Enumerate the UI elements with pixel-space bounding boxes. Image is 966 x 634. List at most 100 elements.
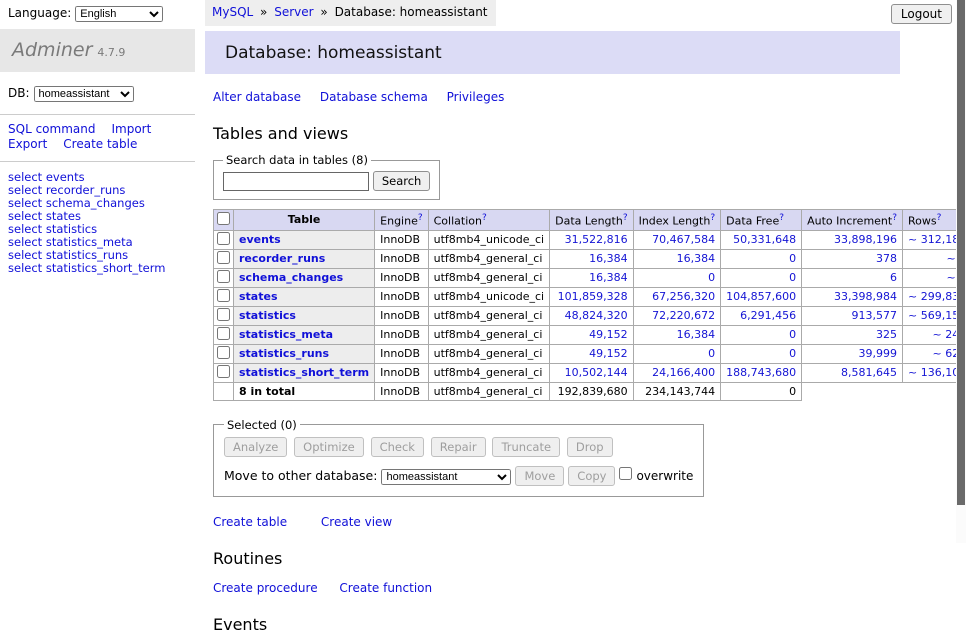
- data-free-link[interactable]: 0: [789, 271, 796, 284]
- row-checkbox[interactable]: [217, 327, 230, 340]
- row-checkbox[interactable]: [217, 365, 230, 378]
- events-title: Events: [213, 615, 956, 634]
- help-link[interactable]: ?: [710, 213, 715, 223]
- data-free-link[interactable]: 0: [789, 347, 796, 360]
- search-button[interactable]: Search: [373, 171, 431, 191]
- drop-button[interactable]: Drop: [567, 437, 613, 457]
- auto-increment-link[interactable]: 33,398,984: [834, 290, 897, 303]
- optimize-button[interactable]: Optimize: [294, 437, 364, 457]
- database-actions: Alter database Database schema Privilege…: [213, 90, 956, 104]
- data-length-link[interactable]: 49,152: [589, 328, 628, 341]
- create-procedure-link[interactable]: Create procedure: [213, 581, 318, 595]
- analyze-button[interactable]: Analyze: [224, 437, 287, 457]
- table-name-link[interactable]: statistics_short_term: [239, 366, 369, 379]
- move-db-select[interactable]: homeassistant: [381, 469, 511, 485]
- overwrite-label: overwrite: [636, 469, 693, 483]
- select-all-checkbox[interactable]: [217, 212, 230, 225]
- index-length-link[interactable]: 16,384: [677, 252, 716, 265]
- data-length-link[interactable]: 48,824,320: [565, 309, 628, 322]
- data-free-link[interactable]: 188,743,680: [726, 366, 796, 379]
- sidebar-item-select-statistics-short-term[interactable]: select statistics_short_term: [8, 262, 187, 275]
- data-free-link[interactable]: 0: [789, 328, 796, 341]
- privileges-link[interactable]: Privileges: [447, 90, 505, 104]
- help-link[interactable]: ?: [937, 213, 942, 223]
- index-length-link[interactable]: 24,166,400: [652, 366, 715, 379]
- row-checkbox[interactable]: [217, 308, 230, 321]
- table-name-link[interactable]: events: [239, 233, 281, 246]
- collation-cell: utf8mb4_general_ci: [428, 249, 549, 268]
- language-row: Language: English: [0, 0, 195, 29]
- truncate-button[interactable]: Truncate: [492, 437, 560, 457]
- breadcrumb-separator: »: [320, 5, 327, 19]
- language-select[interactable]: English: [75, 6, 163, 22]
- database-schema-link[interactable]: Database schema: [320, 90, 428, 104]
- help-link[interactable]: ?: [892, 213, 897, 223]
- db-select[interactable]: homeassistant: [34, 86, 134, 102]
- row-checkbox[interactable]: [217, 346, 230, 359]
- scrollbar-thumb[interactable]: [957, 0, 965, 505]
- overwrite-checkbox[interactable]: [619, 467, 632, 480]
- export-link[interactable]: Export: [8, 137, 47, 151]
- table-name-link[interactable]: statistics: [239, 309, 296, 322]
- index-length-link[interactable]: 72,220,672: [652, 309, 715, 322]
- auto-increment-link[interactable]: 6: [890, 271, 897, 284]
- logout-button[interactable]: Logout: [891, 4, 952, 24]
- data-length-link[interactable]: 16,384: [589, 271, 628, 284]
- auto-increment-link[interactable]: 8,581,645: [841, 366, 897, 379]
- copy-button[interactable]: Copy: [568, 466, 615, 486]
- data-free-link[interactable]: 50,331,648: [733, 233, 796, 246]
- sql-command-link[interactable]: SQL command: [8, 122, 95, 136]
- row-checkbox[interactable]: [217, 289, 230, 302]
- breadcrumb-current: Database: homeassistant: [335, 5, 488, 19]
- data-length-link[interactable]: 101,859,328: [558, 290, 628, 303]
- row-checkbox[interactable]: [217, 251, 230, 264]
- search-input[interactable]: [223, 172, 369, 191]
- help-link[interactable]: ?: [418, 213, 423, 223]
- index-length-link[interactable]: 0: [708, 347, 715, 360]
- index-length-link[interactable]: 16,384: [677, 328, 716, 341]
- move-button[interactable]: Move: [515, 466, 564, 486]
- column-header-engine: Engine?: [375, 210, 428, 231]
- create-function-link[interactable]: Create function: [339, 581, 432, 595]
- row-checkbox[interactable]: [217, 270, 230, 283]
- create-table-link[interactable]: Create table: [213, 515, 287, 529]
- alter-database-link[interactable]: Alter database: [213, 90, 301, 104]
- repair-button[interactable]: Repair: [431, 437, 486, 457]
- create-table-sidebar-link[interactable]: Create table: [63, 137, 137, 151]
- index-length-link[interactable]: 0: [708, 271, 715, 284]
- auto-increment-link[interactable]: 378: [876, 252, 897, 265]
- table-name-link[interactable]: schema_changes: [239, 271, 343, 284]
- row-checkbox[interactable]: [217, 232, 230, 245]
- table-row: events InnoDB utf8mb4_unicode_ci 31,522,…: [214, 230, 966, 249]
- data-length-link[interactable]: 16,384: [589, 252, 628, 265]
- data-length-link[interactable]: 10,502,144: [565, 366, 628, 379]
- create-view-link[interactable]: Create view: [321, 515, 392, 529]
- auto-increment-link[interactable]: 39,999: [859, 347, 898, 360]
- index-length-link[interactable]: 70,467,584: [652, 233, 715, 246]
- data-length-link[interactable]: 31,522,816: [565, 233, 628, 246]
- data-free-link[interactable]: 104,857,600: [726, 290, 796, 303]
- breadcrumb-server-link[interactable]: Server: [274, 5, 313, 19]
- auto-increment-link[interactable]: 913,577: [852, 309, 898, 322]
- auto-increment-link[interactable]: 325: [876, 328, 897, 341]
- table-name-link[interactable]: states: [239, 290, 278, 303]
- check-button[interactable]: Check: [371, 437, 424, 457]
- help-link[interactable]: ?: [482, 213, 487, 223]
- breadcrumb-mysql-link[interactable]: MySQL: [212, 5, 253, 19]
- scrollbar[interactable]: [956, 0, 966, 543]
- table-name-link[interactable]: statistics_meta: [239, 328, 333, 341]
- column-header-table: Table: [234, 210, 375, 231]
- data-length-link[interactable]: 49,152: [589, 347, 628, 360]
- index-length-link[interactable]: 67,256,320: [652, 290, 715, 303]
- collation-cell: utf8mb4_unicode_ci: [428, 287, 549, 306]
- import-link[interactable]: Import: [111, 122, 151, 136]
- table-name-link[interactable]: statistics_runs: [239, 347, 329, 360]
- data-free-link[interactable]: 6,291,456: [740, 309, 796, 322]
- table-row: recorder_runs InnoDB utf8mb4_general_ci …: [214, 249, 966, 268]
- data-free-link[interactable]: 0: [789, 252, 796, 265]
- table-name-link[interactable]: recorder_runs: [239, 252, 325, 265]
- help-link[interactable]: ?: [779, 213, 784, 223]
- auto-increment-link[interactable]: 33,898,196: [834, 233, 897, 246]
- language-label: Language:: [8, 6, 71, 20]
- help-link[interactable]: ?: [623, 213, 628, 223]
